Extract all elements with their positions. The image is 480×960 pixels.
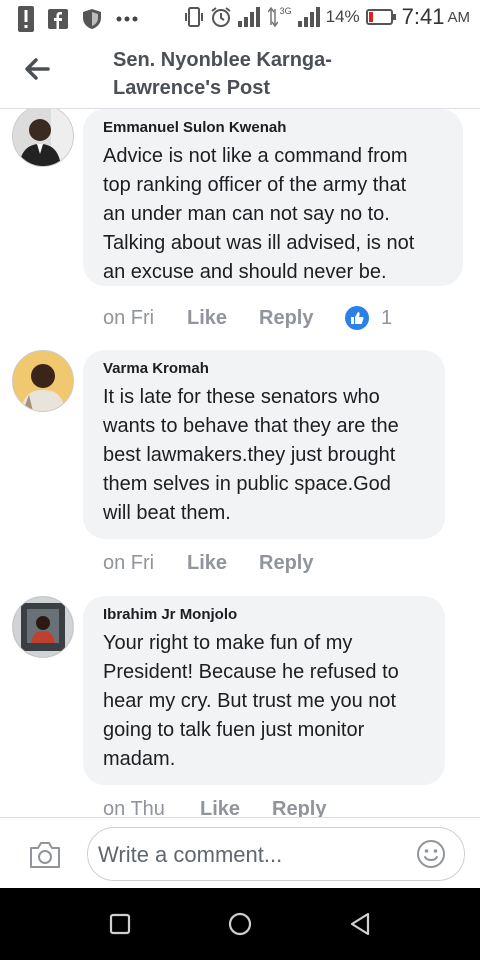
battery-icon [365, 9, 396, 25]
comment-text-line: Talking about was ill advised, is not [103, 232, 415, 254]
clock-time: 7:41 [401, 4, 445, 29]
comment-text: Your right to make fun of my President! … [103, 629, 425, 774]
camera-icon[interactable] [28, 840, 62, 870]
more-dots-icon [116, 16, 138, 22]
reply-button[interactable]: Reply [272, 798, 358, 817]
comment-input-placeholder: Write a comment... [98, 842, 283, 867]
system-icons: 3G 14% 7:41 AM [184, 4, 470, 30]
comment-text-line: wants to behave that they are the [103, 415, 399, 437]
comment-text-line: President! Because he refused to [103, 661, 399, 683]
comment-text-line: Advice is not like a command from [103, 145, 408, 167]
comment-text-line: Your right to make fun of my [103, 632, 353, 654]
post-header: Sen. Nyonblee Karnga- Lawrence's Post [0, 36, 480, 109]
person-photo-icon [13, 109, 73, 166]
comment-text-line: best lawmakers.they just brought [103, 444, 396, 466]
comment-actions: on Fri Like Reply [103, 552, 345, 575]
reaction-count: 1 [381, 306, 393, 329]
page-title: Sen. Nyonblee Karnga- Lawrence's Post [113, 46, 413, 102]
comment-text-line: an excuse and should never be. [103, 261, 387, 283]
person-photo-icon [13, 597, 73, 657]
smiley-icon[interactable] [416, 839, 446, 869]
thumbs-up-icon [345, 306, 369, 330]
page-title-line-1: Sen. Nyonblee Karnga- [113, 49, 332, 71]
network-3g-label: 3G [279, 6, 292, 16]
comments-list[interactable]: Emmanuel Sulon Kwenah Advice is not like… [0, 109, 480, 817]
arrow-left-icon[interactable] [22, 54, 52, 84]
like-button[interactable]: Like [187, 552, 259, 575]
shield-icon [83, 9, 101, 29]
clock-ampm: AM [447, 8, 471, 26]
back-triangle-icon[interactable] [348, 912, 372, 936]
comment-timestamp[interactable]: on Fri [103, 552, 187, 575]
comment-composer: Write a comment... [0, 817, 480, 889]
comment-input[interactable]: Write a comment... [87, 827, 465, 881]
comment-actions: on Fri Like Reply 1 [103, 306, 392, 330]
page-title-line-2: Lawrence's Post [113, 77, 271, 99]
comment-text-line: top ranking officer of the army that [103, 174, 407, 196]
like-button[interactable]: Like [187, 307, 259, 330]
reply-button[interactable]: Reply [259, 552, 345, 575]
recents-square-icon[interactable] [108, 912, 132, 936]
reply-button[interactable]: Reply [259, 307, 345, 330]
comment-text-line: hear my cry. But trust me you not [103, 690, 397, 712]
alert-icon [18, 6, 34, 32]
notification-icons [18, 6, 138, 32]
comment-bubble[interactable]: Varma Kromah It is late for these senato… [83, 350, 445, 539]
alarm-icon [211, 7, 231, 27]
comment-text: It is late for these senators who wants … [103, 383, 425, 528]
comment-text-line: It is late for these senators who [103, 386, 380, 408]
avatar[interactable] [12, 109, 74, 167]
comment-text-line: madam. [103, 748, 176, 770]
comment-author[interactable]: Ibrahim Jr Monjolo [103, 606, 425, 623]
data-arrows-icon [267, 7, 278, 27]
comment-bubble[interactable]: Ibrahim Jr Monjolo Your right to make fu… [83, 596, 445, 785]
home-circle-icon[interactable] [228, 912, 252, 936]
signal-3g-icon [297, 7, 320, 27]
comment-text-line: them selves in public space.God [103, 473, 391, 495]
comment-text-line: an under man can not say no to. [103, 203, 390, 225]
vibrate-icon [184, 7, 203, 27]
comment-timestamp[interactable]: on Fri [103, 307, 187, 330]
comment-text-line: will beat them. [103, 502, 231, 524]
comment-text-line: going to talk fuen just monitor [103, 719, 365, 741]
comment-text: Advice is not like a command from top ra… [103, 142, 443, 287]
comment-timestamp[interactable]: on Thu [103, 798, 200, 817]
battery-percent: 14% [325, 7, 360, 26]
comment-bubble[interactable]: Emmanuel Sulon Kwenah Advice is not like… [83, 109, 463, 286]
status-bar: 3G 14% 7:41 AM [0, 0, 480, 36]
comment-author[interactable]: Emmanuel Sulon Kwenah [103, 119, 443, 136]
signal-icon [237, 7, 260, 27]
like-button[interactable]: Like [200, 798, 272, 817]
avatar[interactable] [12, 596, 74, 658]
avatar[interactable] [12, 350, 74, 412]
reaction-summary[interactable]: 1 [345, 306, 392, 330]
comment-author[interactable]: Varma Kromah [103, 360, 425, 377]
comment-actions: on Thu Like Reply [103, 798, 358, 817]
facebook-icon [48, 9, 68, 29]
person-photo-icon [13, 351, 73, 411]
system-nav-bar [0, 888, 480, 960]
